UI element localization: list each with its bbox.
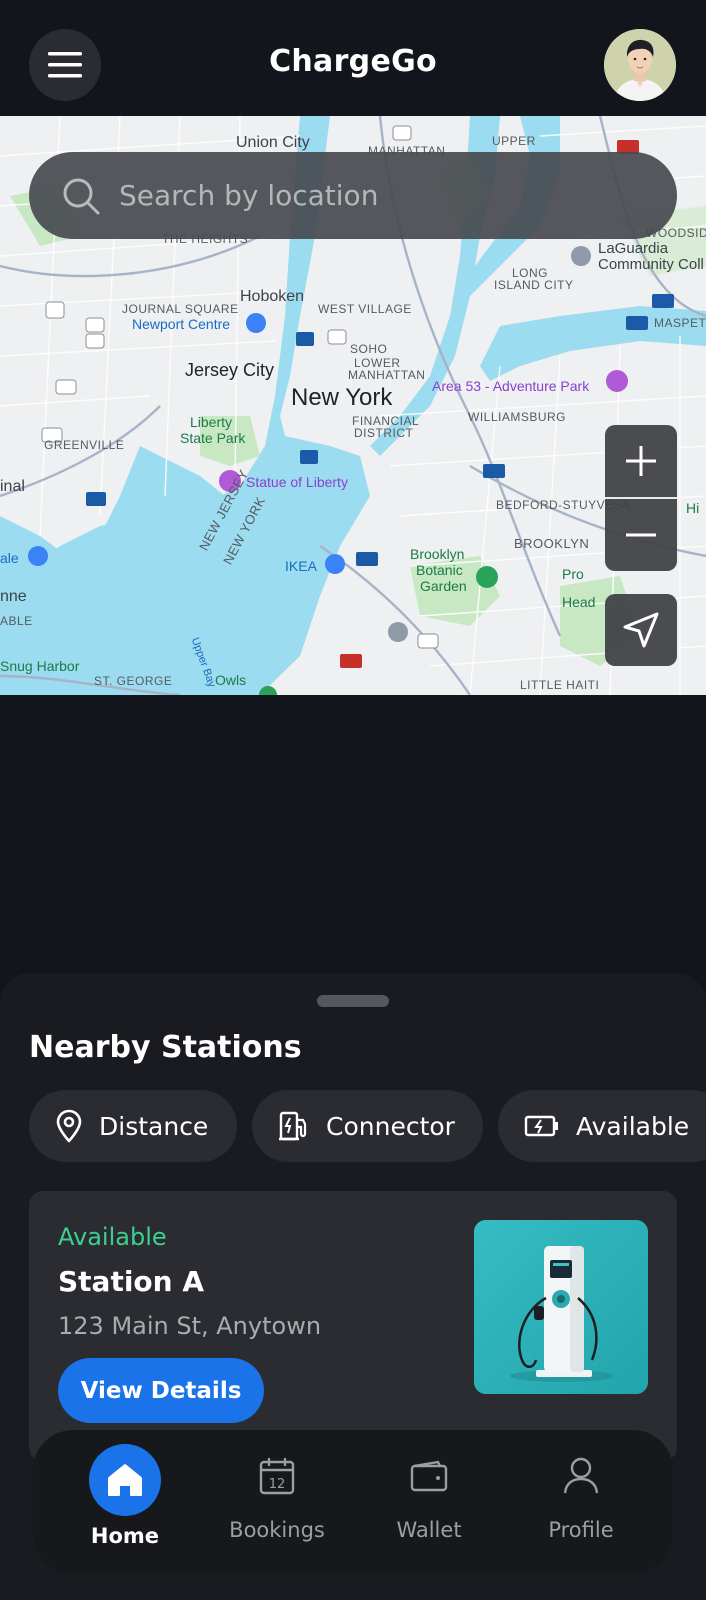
search-bar[interactable] [29, 152, 677, 239]
my-location-button[interactable] [605, 594, 677, 666]
calendar-icon: 12 [259, 1458, 295, 1495]
app-bar: ChargeGo [0, 0, 706, 116]
station-address: 123 Main St, Anytown [58, 1312, 322, 1340]
ev-charging-station-image [474, 1220, 648, 1394]
map-label: Hoboken [240, 288, 305, 305]
nav-label: Home [90, 1524, 160, 1548]
nav-label: Profile [548, 1518, 614, 1542]
map-label: Head [562, 594, 596, 610]
map-label: LITTLE HAITI [520, 678, 600, 692]
location-pin-icon [56, 1109, 82, 1143]
ev-charger-icon [279, 1111, 307, 1141]
filter-chip-connector[interactable]: Connector [252, 1090, 483, 1162]
station-status: Available [58, 1223, 167, 1251]
map-label: MASPETH [654, 316, 706, 330]
map-label: Owls [215, 672, 247, 688]
map-label: New York [291, 384, 393, 411]
filter-chip-distance[interactable]: Distance [29, 1090, 237, 1162]
zoom-out-button[interactable] [605, 499, 677, 571]
map-label: DISTRICT [354, 426, 414, 440]
map-label: Newport Centre [132, 316, 231, 332]
nav-label: Wallet [396, 1518, 462, 1542]
map-label: Brooklyn [410, 546, 465, 562]
minus-icon [626, 533, 656, 537]
navigation-arrow-icon [623, 612, 659, 648]
nav-item-wallet[interactable]: Wallet [364, 1430, 494, 1574]
map-label: ISLAND CITY [494, 278, 574, 292]
map-label: WILLIAMSBURG [468, 410, 567, 424]
filter-chips: Distance Connector Available [29, 1090, 706, 1162]
search-icon [63, 178, 100, 214]
bottom-navigation: Home 12 Bookings Wallet Profile [33, 1430, 673, 1574]
map-label: nne [0, 588, 27, 605]
home-icon [108, 1464, 142, 1496]
map-label: JOURNAL SQUARE [122, 302, 239, 316]
map-label: ABLE [0, 614, 33, 628]
filter-chip-available[interactable]: Available [498, 1090, 706, 1162]
calendar-day: 12 [269, 1477, 286, 1492]
filter-chip-label: Available [576, 1111, 690, 1141]
map-label: GREENVILLE [44, 438, 125, 452]
station-name: Station A [58, 1265, 205, 1298]
zoom-controls [605, 425, 677, 571]
sheet-drag-handle[interactable] [317, 995, 389, 1007]
wallet-icon [410, 1460, 448, 1492]
nav-item-home[interactable]: Home [60, 1430, 190, 1574]
map-label: inal [0, 478, 25, 495]
map-label: LaGuardia [598, 240, 669, 257]
user-avatar[interactable] [604, 29, 676, 101]
plus-icon [626, 446, 656, 476]
map-label: State Park [180, 430, 246, 446]
map-label: Statue of Liberty [246, 474, 348, 490]
nav-label: Bookings [229, 1518, 325, 1542]
battery-charging-icon [524, 1115, 558, 1137]
app-title: ChargeGo [269, 44, 437, 79]
map-label: Snug Harbor [0, 658, 80, 674]
station-card[interactable]: Available Station A 123 Main St, Anytown… [29, 1191, 677, 1461]
map-label: Liberty [190, 414, 233, 430]
map-label: Pro [562, 566, 584, 582]
map-label: Botanic [416, 562, 463, 578]
map-label: Hi [686, 500, 700, 516]
map-label: Union City [236, 134, 310, 151]
zoom-in-button[interactable] [605, 425, 677, 497]
map-label: WEST VILLAGE [318, 302, 412, 316]
map-label: ST. GEORGE [94, 674, 173, 688]
map-label: MANHATTAN [348, 368, 426, 382]
map-label: UPPER [492, 134, 536, 148]
map-label: Jersey City [185, 360, 275, 380]
person-icon [563, 1457, 599, 1494]
search-input[interactable] [119, 165, 677, 226]
nav-item-bookings[interactable]: 12 Bookings [212, 1430, 342, 1574]
map-label: Area 53 - Adventure Park [432, 378, 590, 394]
filter-chip-label: Connector [326, 1111, 455, 1141]
map-label: Garden [420, 578, 467, 594]
map-label: IKEA [285, 558, 317, 574]
nav-item-profile[interactable]: Profile [516, 1430, 646, 1574]
map-label: SOHO [350, 342, 388, 356]
map-label: BROOKLYN [514, 536, 590, 551]
view-details-button[interactable]: View Details [58, 1358, 264, 1423]
map-label: Community Coll [598, 256, 704, 273]
sheet-title: Nearby Stations [29, 1030, 302, 1065]
filter-chip-label: Distance [99, 1111, 209, 1141]
map-label: ale [0, 550, 19, 566]
